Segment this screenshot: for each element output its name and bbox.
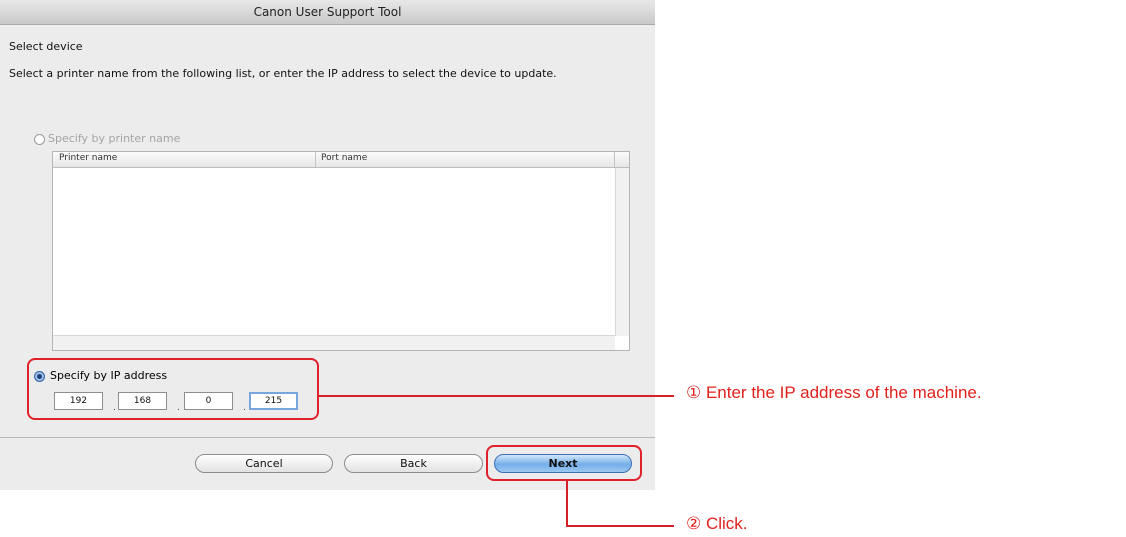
column-divider bbox=[315, 152, 316, 167]
printer-list-table[interactable]: Printer name Port name bbox=[52, 151, 630, 351]
table-header: Printer name Port name bbox=[53, 152, 629, 168]
step-2-annotation: ② Click. bbox=[686, 514, 748, 533]
printer-name-radio-label[interactable]: Specify by printer name bbox=[48, 132, 180, 145]
section-title: Select device bbox=[9, 40, 83, 53]
callout-line-2-horizontal bbox=[566, 525, 674, 527]
instruction-text: Select a printer name from the following… bbox=[9, 67, 557, 80]
window-title: Canon User Support Tool bbox=[0, 0, 655, 25]
step-1-annotation: ① Enter the IP address of the machine. bbox=[686, 383, 982, 402]
callout-line-2-vertical bbox=[566, 481, 568, 527]
horizontal-scrollbar[interactable] bbox=[53, 335, 615, 350]
vertical-scrollbar[interactable] bbox=[615, 168, 629, 336]
column-header-printer-name[interactable]: Printer name bbox=[59, 153, 117, 163]
ip-address-highlight-box bbox=[27, 358, 319, 420]
column-header-port-name[interactable]: Port name bbox=[321, 153, 367, 163]
cancel-button[interactable]: Cancel bbox=[195, 454, 333, 473]
column-divider bbox=[614, 152, 615, 167]
back-button[interactable]: Back bbox=[344, 454, 483, 473]
printer-name-radio[interactable] bbox=[34, 134, 45, 145]
next-button-highlight-box bbox=[486, 445, 642, 481]
button-divider bbox=[0, 437, 655, 438]
callout-line-1 bbox=[319, 395, 674, 397]
